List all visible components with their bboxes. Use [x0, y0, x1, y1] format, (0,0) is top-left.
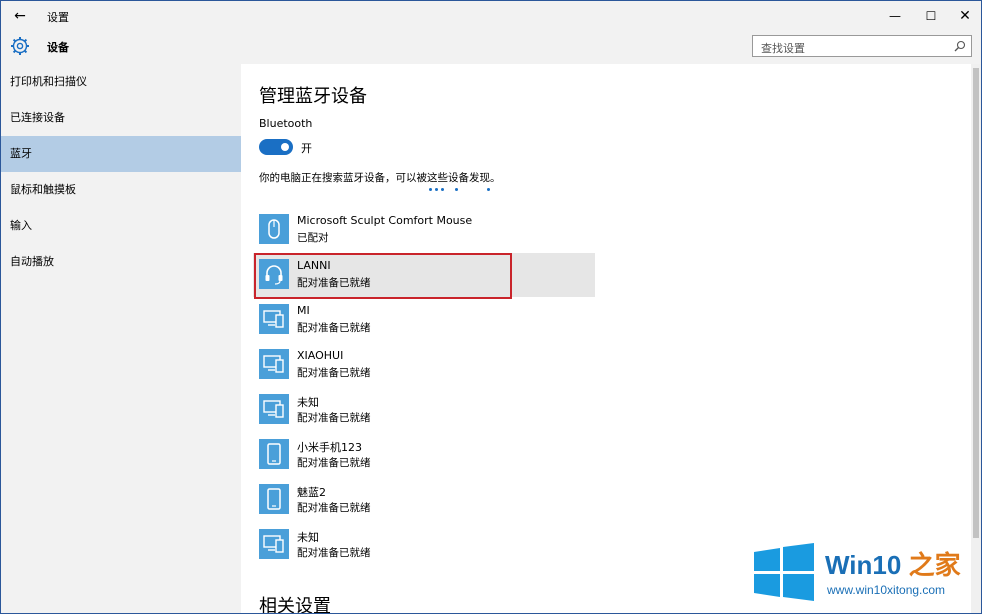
device-name: 小米手机123	[297, 441, 362, 454]
phone-icon	[259, 484, 289, 514]
device-item[interactable]: 未知 配对准备已就绪	[253, 388, 595, 432]
header-bar: 设备 查找设置	[1, 31, 981, 64]
progress-dot	[429, 188, 432, 191]
device-status: 配对准备已就绪	[297, 457, 371, 469]
related-settings-heading: 相关设置	[259, 596, 331, 614]
bluetooth-toggle[interactable]	[259, 139, 293, 155]
back-button[interactable]: ←	[9, 6, 31, 26]
page-title: 管理蓝牙设备	[259, 86, 367, 107]
device-status: 已配对	[297, 232, 329, 244]
device-status: 配对准备已就绪	[297, 367, 371, 379]
scrollbar-thumb[interactable]	[973, 68, 979, 538]
settings-window: ← 设置 — ☐ ✕ 设备 查找设置 打印机和扫描仪 已连接设备 蓝牙 鼠标和触…	[0, 0, 982, 614]
device-item[interactable]: XIAOHUI 配对准备已就绪	[253, 343, 595, 387]
device-status: 配对准备已就绪	[297, 412, 371, 424]
search-icon[interactable]	[954, 40, 966, 52]
search-input[interactable]: 查找设置	[752, 35, 972, 57]
computer-phone-icon	[259, 529, 289, 559]
sidebar-item-printers[interactable]: 打印机和扫描仪	[1, 64, 241, 100]
highlight-annotation-box	[254, 253, 512, 299]
progress-dot	[435, 188, 438, 191]
computer-phone-icon	[259, 349, 289, 379]
sidebar-item-mouse-touchpad[interactable]: 鼠标和触摸板	[1, 172, 241, 208]
device-name: XIAOHUI	[297, 349, 344, 362]
window-title: 设置	[47, 11, 69, 24]
device-item[interactable]: 魅蓝2 配对准备已就绪	[253, 478, 595, 522]
sidebar-item-typing[interactable]: 输入	[1, 208, 241, 244]
sidebar: 打印机和扫描仪 已连接设备 蓝牙 鼠标和触摸板 输入 自动播放	[1, 64, 241, 613]
device-status: 配对准备已就绪	[297, 502, 371, 514]
watermark-brand-suffix: 之家	[908, 550, 961, 580]
toggle-knob	[281, 143, 289, 151]
progress-dot	[441, 188, 444, 191]
vertical-scrollbar[interactable]	[971, 64, 981, 613]
device-item[interactable]: MI 配对准备已就绪	[253, 298, 595, 342]
phone-icon	[259, 439, 289, 469]
watermark-url: www.win10xitong.com	[827, 583, 946, 597]
sidebar-item-connected-devices[interactable]: 已连接设备	[1, 100, 241, 136]
gear-icon	[11, 37, 29, 55]
section-title: 设备	[47, 41, 69, 54]
device-status: 配对准备已就绪	[297, 322, 371, 334]
computer-phone-icon	[259, 394, 289, 424]
device-item[interactable]: 小米手机123 配对准备已就绪	[253, 433, 595, 477]
device-name: 未知	[297, 531, 319, 544]
computer-phone-icon	[259, 304, 289, 334]
watermark: Win10 之家 www.win10xitong.com	[747, 541, 981, 613]
watermark-brand: Win10 之家	[825, 545, 961, 582]
main-content: 管理蓝牙设备 Bluetooth 开 你的电脑正在搜索蓝牙设备，可以被这些设备发…	[241, 64, 971, 614]
discovery-message: 你的电脑正在搜索蓝牙设备，可以被这些设备发现。	[259, 172, 501, 184]
device-name: Microsoft Sculpt Comfort Mouse	[297, 214, 473, 227]
windows-logo-icon	[754, 543, 814, 601]
progress-dot	[487, 188, 490, 191]
bluetooth-label: Bluetooth	[259, 117, 313, 130]
watermark-brand-prefix: Win10	[825, 550, 909, 580]
device-name: 未知	[297, 396, 319, 409]
device-name: MI	[297, 304, 310, 317]
minimize-button[interactable]: —	[881, 5, 909, 27]
searching-progress-dots	[427, 188, 507, 194]
mouse-icon	[259, 214, 289, 244]
device-status: 配对准备已就绪	[297, 547, 371, 559]
device-name: 魅蓝2	[297, 486, 326, 499]
sidebar-item-bluetooth[interactable]: 蓝牙	[1, 136, 241, 172]
maximize-button[interactable]: ☐	[917, 5, 945, 27]
close-button[interactable]: ✕	[951, 5, 979, 27]
device-item[interactable]: 未知 配对准备已就绪	[253, 523, 595, 567]
sidebar-item-autoplay[interactable]: 自动播放	[1, 244, 241, 280]
device-item[interactable]: Microsoft Sculpt Comfort Mouse 已配对	[253, 208, 595, 252]
progress-dot	[455, 188, 458, 191]
toggle-state-label: 开	[301, 142, 312, 155]
title-bar: ← 设置 — ☐ ✕	[1, 1, 981, 31]
search-placeholder: 查找设置	[761, 42, 805, 55]
